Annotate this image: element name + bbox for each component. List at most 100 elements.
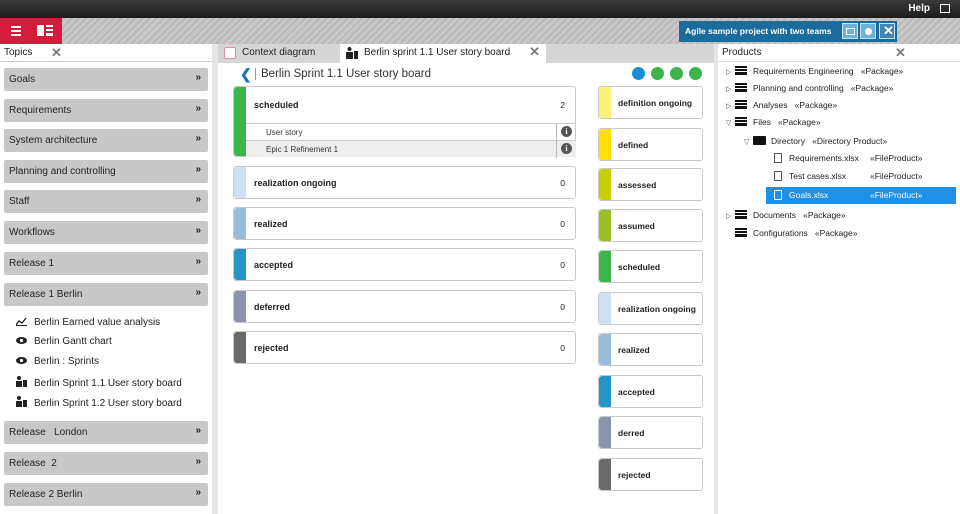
status-card-realized[interactable]: realized 0 [233, 207, 576, 240]
status-card-realization-ongoing[interactable]: realization ongoing 0 [233, 166, 576, 199]
legend-color-bar [599, 417, 611, 448]
status-card-scheduled[interactable]: scheduled 2 User story i Epic 1 Refineme… [233, 86, 576, 158]
topic-label: Goals [9, 74, 36, 85]
legend-card-assessed[interactable]: assessed [598, 168, 703, 201]
topic-system-architecture[interactable]: System architecture » [4, 129, 208, 152]
tree-label: Configurations [753, 228, 808, 238]
tree-item-directory[interactable]: ▽ Directory «Directory Product» [744, 136, 887, 151]
chevron-down-icon: » [195, 425, 201, 436]
story-label: User story [266, 128, 303, 137]
board-icon [16, 376, 27, 387]
tree-item-test-cases-xlsx[interactable]: Test cases.xlsx «FileProduct» [774, 171, 956, 186]
tree-item-analyses[interactable]: ▷ Analyses «Package» [726, 100, 837, 115]
tree-item-files[interactable]: ▽ Files «Package» [726, 117, 821, 132]
topic-label: Release 1 Berlin [9, 289, 83, 300]
legend-card-rejected[interactable]: rejected [598, 458, 703, 491]
project-close-button[interactable]: ✕ [879, 23, 895, 39]
story-row[interactable]: Epic 1 Refinement 1 i [246, 140, 576, 158]
tree-item-configurations[interactable]: Configurations «Package» [735, 228, 857, 243]
board-icon [346, 47, 358, 59]
board-area: Context diagram Berlin sprint 1.1 User s… [218, 44, 714, 514]
chevron-down-icon: » [195, 225, 201, 236]
tree-item-requirements-xlsx[interactable]: Requirements.xlsx «FileProduct» [774, 153, 956, 168]
topic-label: Workflows [9, 227, 55, 238]
topic-label: Release 2 Berlin [9, 489, 83, 500]
tree-item-documents[interactable]: ▷ Documents «Package» [726, 210, 846, 225]
list-tool-icon[interactable] [670, 67, 683, 80]
status-label: scheduled [254, 100, 299, 110]
tree-item-planning[interactable]: ▷ Planning and controlling «Package» [726, 83, 893, 98]
topic-release-2[interactable]: Release 2 » [4, 452, 208, 475]
topics-panel: Topics ✕ Goals » Requirements » System arc… [0, 44, 212, 514]
status-color-bar [234, 87, 246, 156]
topic-release-1[interactable]: Release 1 » [4, 252, 208, 275]
close-topics-icon[interactable]: ✕ [51, 45, 62, 61]
close-products-icon[interactable]: ✕ [895, 45, 906, 61]
legend-label: realization ongoing [618, 304, 696, 314]
topic-goals[interactable]: Goals » [4, 68, 208, 91]
legend-card-deferred[interactable]: derred [598, 416, 703, 449]
legend-color-bar [599, 129, 611, 160]
legend-card-accepted[interactable]: accepted [598, 375, 703, 408]
expand-icon[interactable]: ▷ [726, 212, 735, 220]
legend-card-assumed[interactable]: assumed [598, 209, 703, 242]
topic-release-1-berlin[interactable]: Release 1 Berlin » [4, 283, 208, 306]
tree-stereotype: «Package» [850, 83, 894, 93]
collapse-icon[interactable]: ▽ [726, 119, 735, 127]
topic-workflows[interactable]: Workflows » [4, 221, 208, 244]
sub-item-sprint-1-1[interactable]: Berlin Sprint 1.1 User story board [16, 376, 182, 390]
legend-card-realized[interactable]: realized [598, 333, 703, 366]
sub-item-label: Berlin Sprint 1.2 User story board [34, 398, 182, 409]
story-row[interactable]: User story i [246, 123, 576, 141]
eye-icon [865, 28, 872, 35]
info-icon[interactable]: i [561, 143, 572, 154]
topic-release-london[interactable]: Release London » [4, 421, 208, 444]
status-card-deferred[interactable]: deferred 0 [233, 290, 576, 323]
file-icon [774, 171, 782, 181]
tab-context-diagram[interactable]: Context diagram [218, 44, 338, 63]
window-icon[interactable] [940, 4, 950, 13]
status-card-accepted[interactable]: accepted 0 [233, 248, 576, 281]
status-label: realized [254, 219, 288, 229]
sub-item-sprint-1-2[interactable]: Berlin Sprint 1.2 User story board [16, 396, 182, 410]
expand-icon[interactable]: ▷ [726, 85, 735, 93]
status-color-bar [234, 208, 246, 239]
collapse-icon[interactable]: ▽ [744, 138, 753, 146]
info-icon[interactable]: i [561, 126, 572, 137]
status-color-bar [234, 291, 246, 322]
package-icon [735, 66, 747, 75]
menu-icon[interactable] [11, 26, 21, 36]
legend-card-realization-ongoing[interactable]: realization ongoing [598, 292, 703, 325]
legend-card-definition-ongoing[interactable]: definition ongoing [598, 86, 703, 119]
expand-icon[interactable]: ▷ [726, 102, 735, 110]
legend-card-scheduled[interactable]: scheduled [598, 250, 703, 283]
sub-item-sprints[interactable]: Berlin : Sprints [16, 356, 99, 370]
chart-tool-icon[interactable] [632, 67, 645, 80]
project-board-button[interactable] [842, 23, 858, 39]
tab-user-story-board[interactable]: Berlin sprint 1.1 User story board ✕ [340, 44, 546, 63]
legend-label: realized [618, 345, 650, 355]
project-view-button[interactable] [860, 23, 876, 39]
legend-label: rejected [618, 470, 651, 480]
back-arrow-icon[interactable]: ❮ [240, 66, 252, 83]
topic-requirements[interactable]: Requirements » [4, 99, 208, 122]
sub-item-earned-value[interactable]: Berlin Earned value analysis [15, 317, 160, 331]
topic-release-2-berlin[interactable]: Release 2 Berlin » [4, 483, 208, 506]
help-menu[interactable]: Help [908, 3, 930, 14]
close-tab-icon[interactable]: ✕ [529, 44, 540, 60]
tree-stereotype: «Package» [778, 117, 821, 127]
expand-icon[interactable]: ▷ [726, 68, 735, 76]
tree-item-requirements-engineering[interactable]: ▷ Requirements Engineering «Package» [726, 66, 903, 81]
topic-staff[interactable]: Staff » [4, 190, 208, 213]
filter-icon[interactable] [689, 67, 702, 80]
board-view-icon[interactable] [37, 25, 53, 36]
project-selector[interactable]: Agile sample project with two teams ✕ [679, 21, 897, 42]
status-card-rejected[interactable]: rejected 0 [233, 331, 576, 364]
topic-planning[interactable]: Planning and controlling » [4, 160, 208, 183]
add-tool-icon[interactable] [651, 67, 664, 80]
tree-item-goals-xlsx[interactable]: Goals.xlsx «FileProduct» [766, 187, 956, 204]
legend-card-defined[interactable]: defined [598, 128, 703, 161]
chevron-up-icon: » [195, 287, 201, 298]
topics-header: Topics ✕ [0, 44, 212, 62]
sub-item-gantt[interactable]: Berlin Gantt chart [16, 336, 112, 350]
